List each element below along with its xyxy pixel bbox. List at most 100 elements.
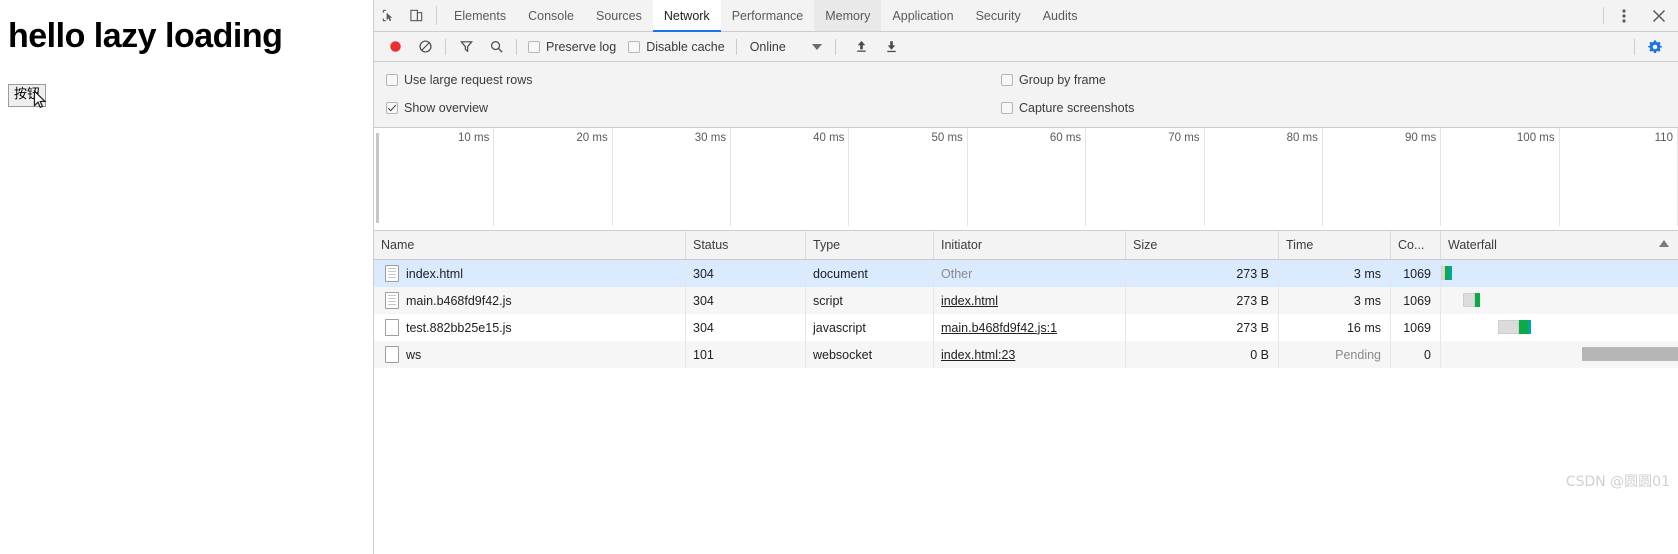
record-icon[interactable] <box>380 33 410 61</box>
mouse-cursor-icon <box>33 90 47 109</box>
capture-screenshots-checkbox[interactable]: Capture screenshots <box>1001 101 1134 115</box>
grid-body: index.html 304 document Other 273 B3 ms 1069 m… <box>374 260 1678 368</box>
show-overview-checkbox[interactable]: Show overview <box>386 101 986 115</box>
column-header-label: Waterfall <box>1448 238 1497 252</box>
cell-time: 16 ms <box>1279 314 1391 341</box>
download-icon[interactable] <box>877 33 907 61</box>
cell-connection-text: 1069 <box>1403 293 1431 308</box>
settings-row: Use large request rows Group by frame <box>374 66 1678 94</box>
column-header-label: Co... <box>1398 238 1425 252</box>
network-overview-timeline[interactable]: 10 ms 20 ms 30 ms 40 ms 50 ms 60 ms 70 ms 80 ms… <box>374 128 1678 231</box>
blank-document-icon <box>385 346 399 363</box>
tab-elements[interactable]: Elements <box>443 0 517 31</box>
tab-label: Network <box>663 8 710 23</box>
column-header-label: Initiator <box>941 238 982 252</box>
cell-name: ws <box>374 341 686 368</box>
column-header-size[interactable]: Size <box>1126 231 1279 259</box>
timeline-tick-label: 70 ms <box>1168 132 1200 144</box>
column-header-initiator[interactable]: Initiator <box>934 231 1126 259</box>
cell-time-text: 3 ms <box>1353 293 1381 308</box>
settings-row-right: Capture screenshots <box>986 101 1134 115</box>
overview-left-handle[interactable] <box>376 133 379 223</box>
timeline-tick-label: 110 <box>1654 132 1673 144</box>
initiator-link[interactable]: index.html <box>941 294 998 308</box>
search-icon[interactable] <box>481 33 511 61</box>
tab-network[interactable]: Network <box>652 0 721 32</box>
tab-memory[interactable]: Memory <box>814 0 882 31</box>
request-name: main.b468fd9f42.js <box>406 293 512 308</box>
tab-audits[interactable]: Audits <box>1032 0 1089 31</box>
cell-size-text: 273 B <box>1236 320 1269 335</box>
column-header-waterfall[interactable]: Waterfall <box>1441 231 1678 259</box>
timeline-tick-label: 20 ms <box>576 132 608 144</box>
device-toolbar-icon[interactable] <box>402 0 430 31</box>
table-row[interactable]: ws 101 websocket index.html:23 0 B Pending 0 <box>374 341 1678 368</box>
toolbar-divider <box>834 38 836 55</box>
group-by-frame-checkbox[interactable]: Group by frame <box>1001 73 1106 87</box>
timeline-tick-label: 40 ms <box>813 132 845 144</box>
column-header-name[interactable]: Name <box>374 231 686 259</box>
cell-status: 101 <box>686 341 806 368</box>
cell-initiator[interactable]: index.html <box>934 287 1126 314</box>
throttling-dropdown[interactable]: Online <box>742 40 830 54</box>
cell-time: 3 ms <box>1279 287 1391 314</box>
tab-label: Elements <box>454 8 507 23</box>
show-overview-label: Show overview <box>404 101 489 115</box>
cell-name: index.html <box>374 260 686 287</box>
gear-icon[interactable] <box>1640 33 1670 61</box>
tab-security[interactable]: Security <box>965 0 1032 31</box>
timeline-tick: 10 ms <box>376 128 495 226</box>
cell-initiator[interactable]: index.html:23 <box>934 341 1126 368</box>
web-page-pane: hello lazy loading 按钮 <box>0 0 373 554</box>
kebab-menu-icon[interactable] <box>1608 0 1640 31</box>
tab-application[interactable]: Application <box>881 0 964 31</box>
capture-screenshots-label: Capture screenshots <box>1019 101 1135 115</box>
column-header-type[interactable]: Type <box>806 231 934 259</box>
cell-type: script <box>806 287 934 314</box>
checkbox-box <box>386 102 398 114</box>
cell-status-text: 304 <box>693 293 714 308</box>
throttling-value: Online <box>749 39 786 54</box>
cell-time-text: 16 ms <box>1346 320 1381 335</box>
table-row[interactable]: index.html 304 document Other 273 B 3 ms 1069 <box>374 260 1678 287</box>
upload-icon[interactable] <box>847 33 877 61</box>
tab-console[interactable]: Console <box>517 0 585 31</box>
timeline-tick: 110 <box>1560 128 1678 226</box>
cell-type: document <box>806 260 934 287</box>
tab-label: Performance <box>731 8 804 23</box>
initiator-link[interactable]: main.b468fd9f42.js:1 <box>941 321 1057 335</box>
initiator-link[interactable]: index.html:23 <box>941 348 1015 362</box>
table-row[interactable]: main.b468fd9f42.js 304 script index.html 273… <box>374 287 1678 314</box>
inspect-element-icon[interactable] <box>374 0 402 31</box>
column-header-co[interactable]: Co... <box>1391 231 1441 259</box>
cell-connection-text: 1069 <box>1403 266 1431 281</box>
cell-status-text: 304 <box>693 320 714 335</box>
tab-sources[interactable]: Sources <box>585 0 653 31</box>
cell-initiator[interactable]: main.b468fd9f42.js:1 <box>934 314 1126 341</box>
tabstrip-spacer <box>1088 0 1601 31</box>
timeline-tick: 20 ms <box>494 128 613 226</box>
filter-icon[interactable] <box>451 33 481 61</box>
request-name: test.882bb25e15.js <box>406 320 512 335</box>
devtools-panel: Elements Console Sources Network Perform… <box>373 0 1678 554</box>
tab-performance[interactable]: Performance <box>721 0 815 31</box>
sort-ascending-icon <box>1659 240 1669 247</box>
column-header-label: Time <box>1286 238 1314 252</box>
column-header-status[interactable]: Status <box>686 231 806 259</box>
document-icon <box>385 292 399 309</box>
table-row[interactable]: test.882bb25e15.js 304 javascript main.b468… <box>374 314 1678 341</box>
checkbox-box <box>528 40 540 53</box>
network-request-grid: Name Status Type Initiator Size Time Co... Wate… <box>374 231 1678 502</box>
timeline-tick-label: 60 ms <box>1049 132 1082 144</box>
column-header-time[interactable]: Time <box>1279 231 1391 259</box>
clear-icon[interactable] <box>410 33 440 61</box>
disable-cache-checkbox[interactable]: Disable cache <box>622 40 731 54</box>
cell-type-text: script <box>813 293 843 308</box>
timeline-tick-label: 100 ms <box>1516 132 1555 144</box>
close-icon[interactable] <box>1640 0 1678 31</box>
cell-size: 0 B <box>1126 341 1279 368</box>
cell-connection: 1069 <box>1391 287 1441 314</box>
preserve-log-checkbox[interactable]: Preserve log <box>522 40 622 54</box>
cell-waterfall <box>1441 287 1678 314</box>
use-large-request-rows-checkbox[interactable]: Use large request rows <box>386 73 986 87</box>
